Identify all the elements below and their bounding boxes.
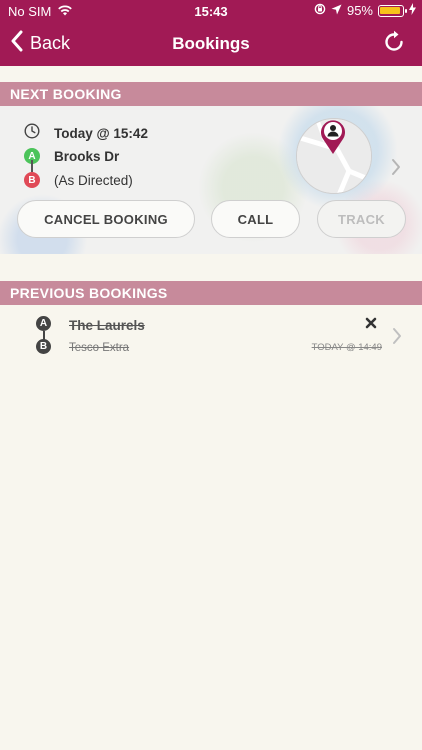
booking-time-row: Today @ 15:42 (24, 123, 148, 144)
chevron-right-icon (392, 327, 402, 350)
dropoff-badge: B (24, 172, 40, 188)
to-badge: B (36, 339, 51, 354)
orientation-lock-icon (314, 3, 326, 18)
list-item[interactable]: A B The Laurels Tesco Extra TODAY @ 14:4… (0, 305, 422, 361)
dropoff-address: (As Directed) (54, 172, 133, 188)
battery-percent: 95% (346, 3, 373, 18)
route-connector (31, 160, 33, 172)
battery-fill (380, 6, 400, 14)
clock-icon (24, 123, 40, 144)
app-header: No SIM 15:43 95% Back Bookings (0, 0, 422, 66)
previous-bookings-header: PREVIOUS BOOKINGS (0, 281, 422, 305)
refresh-button[interactable] (382, 30, 406, 59)
pickup-row: A Brooks Dr (24, 148, 119, 164)
from-address: The Laurels (69, 318, 145, 333)
page-title: Bookings (172, 34, 250, 53)
close-icon[interactable] (365, 316, 377, 334)
map-pin-icon (318, 117, 348, 160)
booking-time: TODAY @ 14:49 (311, 342, 382, 353)
from-badge: A (36, 316, 51, 331)
location-arrow-icon (331, 3, 342, 18)
battery-icon (378, 4, 407, 17)
status-bar: No SIM 15:43 95% (0, 0, 422, 22)
call-button[interactable]: CALL (211, 200, 300, 238)
track-button[interactable]: TRACK (317, 200, 406, 238)
cancel-booking-button[interactable]: CANCEL BOOKING (17, 200, 195, 238)
refresh-icon (382, 30, 406, 58)
chevron-right-icon[interactable] (391, 156, 401, 182)
dropoff-row: B (As Directed) (24, 172, 133, 188)
status-right: 95% (314, 3, 416, 18)
to-address: Tesco Extra (69, 342, 130, 354)
booking-time: Today @ 15:42 (54, 126, 148, 141)
pickup-address: Brooks Dr (54, 148, 120, 164)
next-booking-header: NEXT BOOKING (0, 82, 422, 106)
charging-icon (409, 3, 416, 18)
